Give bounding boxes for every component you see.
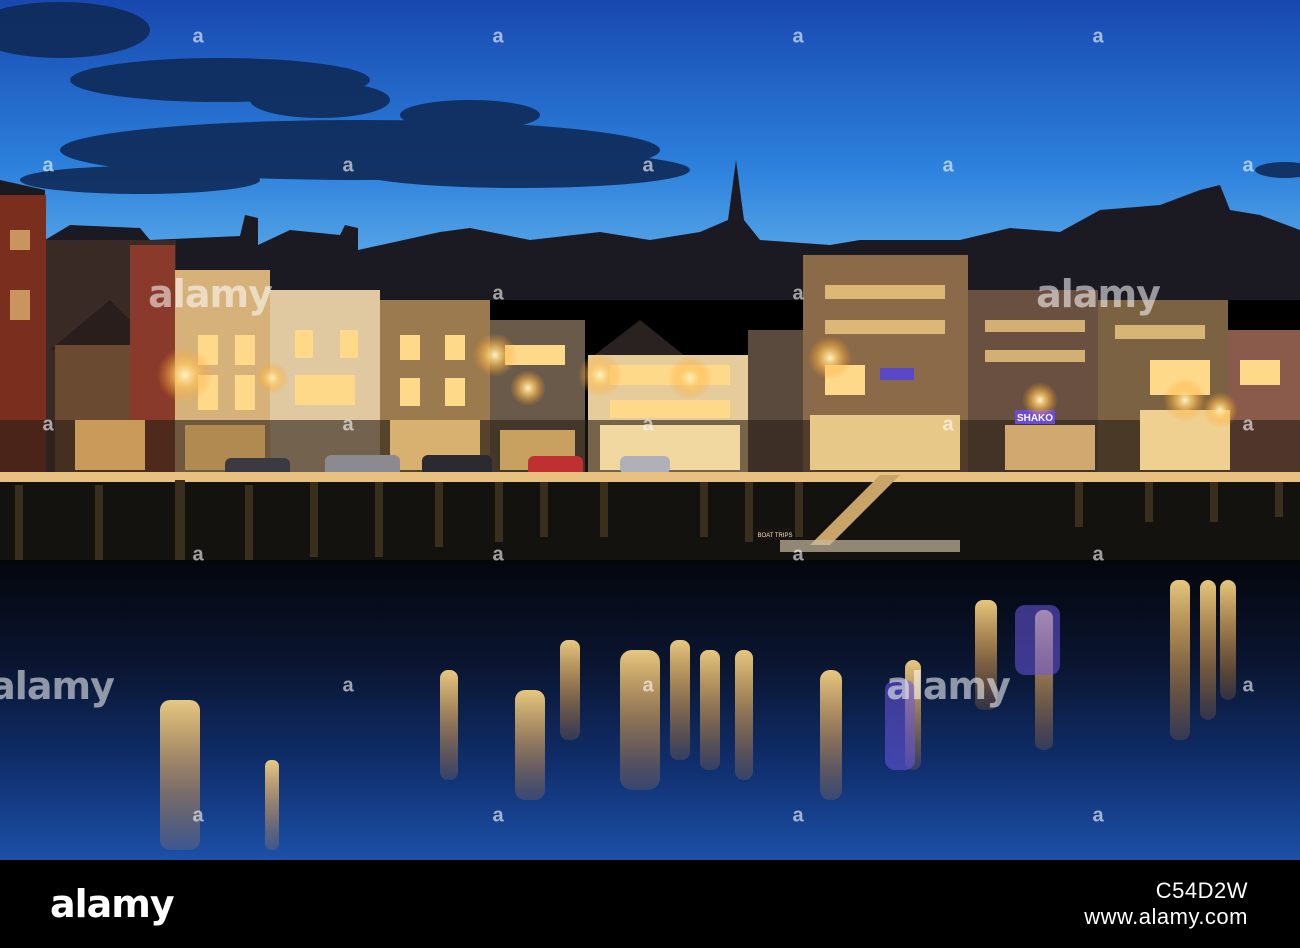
shako-sign-text: SHAKO xyxy=(1017,413,1053,424)
alamy-logo: alamy xyxy=(50,882,175,926)
footer-url: C54D2W www.alamy.com xyxy=(1084,878,1248,930)
quay-road xyxy=(0,472,1300,482)
boat-trips-sign-text: BOAT TRIPS xyxy=(757,533,792,539)
site-url: www.alamy.com xyxy=(1084,904,1248,929)
stock-footer-bar: alamy C54D2W www.alamy.com xyxy=(0,860,1300,948)
pontoon xyxy=(780,540,960,552)
image-code: C54D2W xyxy=(1155,878,1248,903)
harbour-night-photo: BOAT TRIPS SHAKO xyxy=(0,0,1300,860)
